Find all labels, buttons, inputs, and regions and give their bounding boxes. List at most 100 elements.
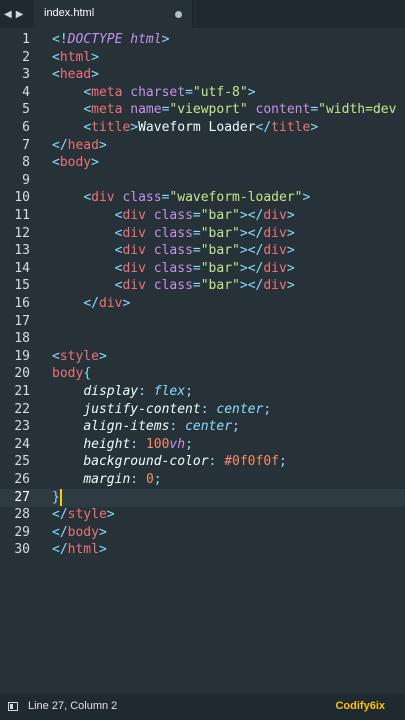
code-token: > bbox=[91, 67, 99, 83]
code-line[interactable]: 24 height: 100vh; bbox=[0, 436, 405, 454]
code-line[interactable]: 6 <title>Waveform Loader</title> bbox=[0, 119, 405, 137]
code-token: "bar" bbox=[200, 260, 240, 276]
code-token: head bbox=[59, 67, 92, 83]
code-line[interactable]: 30 </html> bbox=[0, 541, 405, 559]
code-token: body bbox=[52, 366, 84, 382]
line-code: justify-content: center; bbox=[52, 401, 271, 419]
code-line[interactable]: 5 <meta name="viewport" content="width=d… bbox=[0, 101, 405, 119]
line-number: 14 bbox=[14, 260, 30, 276]
code-token: div bbox=[98, 296, 123, 311]
line-number: 17 bbox=[14, 313, 30, 329]
code-line[interactable]: 14 <div class="bar"></div> bbox=[0, 260, 405, 278]
line-code: <div class="bar"></div> bbox=[52, 207, 295, 225]
forward-arrow-icon[interactable]: ▶ bbox=[16, 9, 24, 20]
line-code: <meta name="viewport" content="width=dev bbox=[52, 101, 396, 119]
code-token: DOCTYPE bbox=[67, 32, 123, 47]
code-token: "bar" bbox=[200, 208, 240, 223]
code-line[interactable]: 9 bbox=[0, 172, 405, 190]
code-token: charset bbox=[130, 84, 186, 100]
code-token: div bbox=[263, 243, 287, 259]
code-line[interactable]: 29 </body> bbox=[0, 524, 405, 542]
line-number: 19 bbox=[14, 348, 30, 364]
code-line[interactable]: 7 </head> bbox=[0, 137, 405, 155]
line-code: display: flex; bbox=[52, 383, 193, 401]
code-token: > bbox=[98, 524, 107, 540]
code-token: class bbox=[153, 225, 193, 241]
code-token: justify-content bbox=[83, 401, 201, 417]
code-token: > bbox=[286, 225, 295, 241]
code-token: content bbox=[255, 102, 311, 118]
code-token: height bbox=[83, 436, 131, 452]
code-token: name bbox=[130, 102, 162, 118]
code-token: ; bbox=[279, 454, 287, 470]
code-line[interactable]: 21 display: flex; bbox=[0, 383, 405, 401]
line-code: <html> bbox=[52, 49, 99, 67]
code-line[interactable]: 18 bbox=[0, 330, 405, 348]
code-line[interactable]: 13 <div class="bar"></div> bbox=[0, 242, 405, 260]
code-line[interactable]: 15 <div class="bar"></div> bbox=[0, 277, 405, 295]
code-line[interactable]: 19 <style> bbox=[0, 348, 405, 366]
code-token: ; bbox=[232, 419, 240, 435]
line-number: 29 bbox=[14, 524, 30, 540]
code-line[interactable]: 2 <html> bbox=[0, 49, 405, 67]
panel-toggle-icon[interactable] bbox=[8, 702, 18, 711]
code-line[interactable]: 16 </div> bbox=[0, 295, 405, 313]
line-code: <div class="bar"></div> bbox=[52, 225, 295, 243]
code-token: = bbox=[310, 102, 319, 118]
code-line[interactable]: 17 bbox=[0, 313, 405, 331]
code-editor[interactable]: 1 <!DOCTYPE html> 2 <html> 3 <head> 4 <meta ch… bbox=[0, 30, 405, 694]
tab-bar: ◀ ▶ index.html bbox=[0, 0, 405, 28]
code-token: > bbox=[98, 348, 107, 364]
code-line[interactable]: 11 <div class="bar"></div> bbox=[0, 207, 405, 225]
code-line[interactable]: 27} bbox=[0, 488, 405, 507]
unsaved-dot-icon[interactable] bbox=[175, 11, 182, 18]
code-token: div bbox=[122, 278, 146, 294]
tab-index-html[interactable]: index.html bbox=[34, 0, 193, 28]
line-number: 7 bbox=[22, 137, 30, 153]
code-line[interactable]: 12 <div class="bar"></div> bbox=[0, 225, 405, 243]
line-code: <div class="bar"></div> bbox=[52, 242, 295, 260]
line-number: 3 bbox=[22, 67, 30, 83]
code-token: "bar" bbox=[200, 225, 240, 241]
back-arrow-icon[interactable]: ◀ bbox=[4, 9, 12, 20]
code-line[interactable]: 26 margin: 0; bbox=[0, 471, 405, 489]
code-token: flex bbox=[153, 384, 186, 399]
code-token: ></ bbox=[239, 278, 264, 294]
code-line[interactable]: 23 align-items: center; bbox=[0, 418, 405, 436]
code-line[interactable]: 20 body{ bbox=[0, 365, 405, 383]
code-line[interactable]: 4 <meta charset="utf-8"> bbox=[0, 84, 405, 102]
line-number: 4 bbox=[22, 84, 30, 100]
text-cursor bbox=[60, 488, 62, 506]
code-line[interactable]: 1 <!DOCTYPE html> bbox=[0, 31, 405, 49]
code-line[interactable]: 3 <head> bbox=[0, 66, 405, 84]
code-token: ; bbox=[185, 384, 193, 399]
code-line[interactable]: 8 <body> bbox=[0, 154, 405, 172]
line-number: 8 bbox=[22, 155, 30, 171]
code-token: > bbox=[286, 243, 295, 259]
code-token: align-items bbox=[83, 419, 170, 435]
line-number: 13 bbox=[14, 243, 30, 259]
code-line[interactable]: 10 <div class="waveform-loader"> bbox=[0, 189, 405, 207]
line-number: 10 bbox=[14, 190, 30, 206]
code-token: div bbox=[122, 243, 146, 259]
code-token: ></ bbox=[239, 208, 264, 223]
line-code: } bbox=[52, 489, 60, 507]
code-token: "width=dev bbox=[318, 102, 397, 118]
code-token: > bbox=[286, 260, 295, 276]
code-token: < bbox=[83, 84, 92, 100]
code-token: style bbox=[67, 507, 107, 523]
code-token: <! bbox=[52, 32, 68, 47]
code-line[interactable]: 25 background-color: #0f0f0f; bbox=[0, 453, 405, 471]
code-token: } bbox=[52, 489, 60, 505]
code-line[interactable]: 22 justify-content: center; bbox=[0, 401, 405, 419]
code-line[interactable]: 28 </style> bbox=[0, 506, 405, 524]
